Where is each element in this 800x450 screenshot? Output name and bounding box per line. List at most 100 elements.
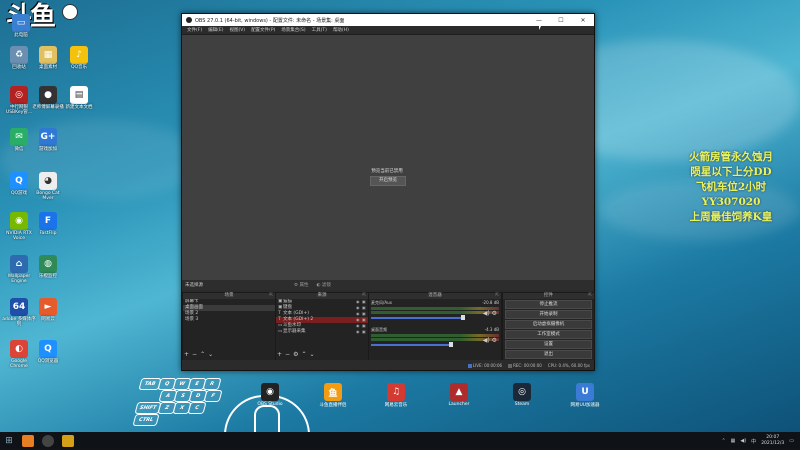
rec-time: REC: 00:00:00 xyxy=(513,362,542,368)
tray-expand-icon[interactable]: ⌃ xyxy=(721,438,725,444)
app-icon: ◍ xyxy=(39,255,57,273)
status-bar: LIVE: 00:00:06 REC: 00:00:00 CPU: 0.4%, … xyxy=(182,360,594,370)
minimize-button[interactable]: — xyxy=(528,17,550,24)
shortcut-label: Launcher xyxy=(448,402,470,407)
shortcut-label: 游戏加加 xyxy=(39,147,57,152)
slider-handle[interactable] xyxy=(449,342,453,347)
desktop-shortcut[interactable]: ▭ 此电脑 xyxy=(4,14,38,38)
desktop-shortcut[interactable]: ▤ 新建文本文档 xyxy=(62,86,96,110)
channel-settings-icon[interactable]: ⚙ xyxy=(492,337,497,344)
scene-item[interactable]: 场景 3 xyxy=(183,317,275,323)
source-item[interactable]: ▭ 显示器采集 ◉ ▣ xyxy=(276,329,368,335)
desktop-shortcut[interactable]: ◍ 乐橙监控 xyxy=(31,255,65,279)
desktop-shortcut[interactable]: ▦ 桌面素材 xyxy=(31,46,65,70)
desktop-shortcut[interactable]: G+ 游戏加加 xyxy=(31,128,65,152)
remove-source-icon[interactable]: − xyxy=(285,351,290,358)
studio-mode-button[interactable]: 工作室模式 xyxy=(505,330,592,339)
app-icon: F xyxy=(39,212,57,230)
stop-streaming-button[interactable]: 停止推流 xyxy=(505,300,592,309)
windows-taskbar: ⊞ ⌃ ▦ ◀) 中 20:07 2021/12/3 ▭ xyxy=(0,432,800,450)
menu-scene-collection[interactable]: 场景集合(S) xyxy=(281,27,305,33)
desktop-shortcut[interactable]: ♫ 网易云音乐 xyxy=(381,383,411,408)
volume-slider[interactable] xyxy=(371,315,465,320)
menu-bar: 文件(F) 编辑(E) 视图(V) 配置文件(P) 场景集合(S) 工具(T) … xyxy=(182,26,594,35)
rec-status: REC: 00:00:00 xyxy=(508,363,542,368)
live-status: LIVE: 00:00:06 xyxy=(467,362,503,368)
mixer-dock-title: 混音器 xyxy=(428,293,442,298)
slider-handle[interactable] xyxy=(461,315,465,320)
channel-settings-icon[interactable]: ⚙ xyxy=(492,310,497,317)
desktop-shortcut[interactable]: ♪ QQ音乐 xyxy=(62,46,96,70)
move-down-icon[interactable]: ⌄ xyxy=(208,351,213,358)
desktop-shortcut[interactable]: ► 网易云 xyxy=(31,298,65,322)
desktop-shortcut[interactable]: ◕ Bongo Cat Mver xyxy=(31,172,65,201)
menu-file[interactable]: 文件(F) xyxy=(187,27,202,33)
desktop-shortcut[interactable]: 鱼斗鱼直播伴侣 xyxy=(318,383,348,408)
shortcut-label: 网易云音乐 xyxy=(384,403,408,408)
app-icon: ◉ xyxy=(261,383,279,401)
desktop-shortcut[interactable]: F FastFlip xyxy=(31,212,65,236)
preview-area[interactable]: 预览当前已禁用 开启预览 xyxy=(182,35,594,289)
keyboard-key: F xyxy=(203,390,223,402)
live-time: LIVE: 00:00:06 xyxy=(472,362,503,368)
app-icon: ► xyxy=(39,298,57,316)
add-scene-icon[interactable]: + xyxy=(184,351,189,358)
dock-float-icon[interactable]: ⇱ xyxy=(588,293,592,299)
filters-button[interactable]: ◐ 滤镜 xyxy=(316,282,330,288)
stream-overlay-text: 火箭房管永久蚀月 陨星以下上分DD 飞机车位2小时 YY307020 上周最佳饲… xyxy=(666,150,796,225)
rec-indicator-icon xyxy=(508,363,513,368)
shortcut-label: QQ音乐 xyxy=(70,65,88,70)
remove-scene-icon[interactable]: − xyxy=(192,351,197,358)
source-name: 显示器采集 xyxy=(283,329,306,334)
move-up-icon[interactable]: ⌃ xyxy=(301,351,306,358)
shortcut-label: 乐橙监控 xyxy=(39,274,57,279)
properties-button[interactable]: ⚙ 属性 xyxy=(294,282,308,288)
desktop-shortcut[interactable]: ● 老师傅屏幕录播 xyxy=(31,86,65,110)
windows-start-icon[interactable]: ⊞ xyxy=(0,432,18,450)
channel-db: -4.3 dB xyxy=(484,327,499,332)
dock-float-icon[interactable]: ⇱ xyxy=(269,293,273,299)
taskbar-obs-icon[interactable] xyxy=(42,435,54,447)
app-icon: ◉ xyxy=(10,212,28,230)
menu-profile[interactable]: 配置文件(P) xyxy=(251,27,275,33)
scenes-dock-title: 场景 xyxy=(224,293,234,298)
maximize-button[interactable]: ☐ xyxy=(550,17,572,24)
menu-tools[interactable]: 工具(T) xyxy=(312,27,327,33)
move-down-icon[interactable]: ⌄ xyxy=(309,351,314,358)
shortcut-label: 此电脑 xyxy=(14,33,28,38)
desktop-shortcut[interactable]: U 网易UU加速器 xyxy=(570,383,600,408)
shortcut-label: OBS Studio xyxy=(257,402,283,407)
shortcut-label: 桌面素材 xyxy=(39,65,57,70)
speaker-icon[interactable]: ◀) xyxy=(483,310,490,317)
desktop-shortcut[interactable]: ◉ OBS Studio xyxy=(255,383,285,407)
settings-button[interactable]: 设置 xyxy=(505,340,592,349)
obs-titlebar[interactable]: OBS 27.0.1 (64-bit, windows) - 配置文件: 未命名… xyxy=(182,14,594,26)
source-settings-icon[interactable]: ⚙ xyxy=(293,351,298,358)
menu-view[interactable]: 视图(V) xyxy=(229,27,245,33)
volume-icon[interactable]: ◀) xyxy=(740,438,746,444)
start-virtual-camera-button[interactable]: 启动虚拟摄像机 xyxy=(505,320,592,329)
speaker-icon[interactable]: ◀) xyxy=(483,337,490,344)
network-icon[interactable]: ▦ xyxy=(731,438,736,444)
notification-icon[interactable]: ▭ xyxy=(789,438,794,444)
menu-help[interactable]: 帮助(H) xyxy=(333,27,349,33)
taskbar-app-icon[interactable] xyxy=(62,435,74,447)
move-up-icon[interactable]: ⌃ xyxy=(200,351,205,358)
volume-slider[interactable] xyxy=(371,342,453,347)
enable-preview-button[interactable]: 开启预览 xyxy=(370,176,406,186)
add-source-icon[interactable]: + xyxy=(277,351,282,358)
start-recording-button[interactable]: 开始录制 xyxy=(505,310,592,319)
system-clock[interactable]: 20:07 2021/12/3 xyxy=(761,435,784,447)
preview-disabled-message: 预览当前已禁用 xyxy=(371,169,403,174)
keyboard-key: CTRL xyxy=(132,414,160,426)
input-method-icon[interactable]: 中 xyxy=(751,438,756,445)
desktop-shortcut[interactable]: ▲ Launcher xyxy=(444,383,474,407)
desktop-shortcut[interactable]: Q QQ浏览器 xyxy=(31,340,65,364)
menu-edit[interactable]: 编辑(E) xyxy=(208,27,223,33)
desktop-shortcut[interactable]: ◎ Steam xyxy=(507,383,537,407)
exit-button[interactable]: 退出 xyxy=(505,350,592,359)
sources-dock-title: 来源 xyxy=(317,293,327,298)
taskbar-app-icon[interactable] xyxy=(22,435,34,447)
dock-float-icon[interactable]: ⇱ xyxy=(362,293,366,299)
close-button[interactable]: ✕ xyxy=(572,17,594,24)
